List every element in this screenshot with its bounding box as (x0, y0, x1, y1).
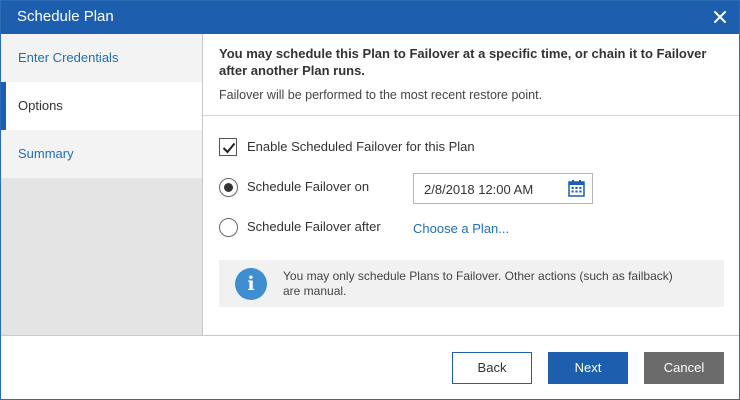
info-icon: i (235, 268, 267, 300)
failover-date-input[interactable]: 2/8/2018 12:00 AM (413, 173, 593, 204)
sidebar-item-label: Options (18, 98, 63, 113)
next-button[interactable]: Next (548, 352, 628, 384)
enable-scheduled-failover-label: Enable Scheduled Failover for this Plan (247, 139, 475, 154)
options-panel: You may schedule this Plan to Failover a… (203, 34, 739, 335)
schedule-failover-after-radio[interactable] (219, 218, 238, 237)
page-subline: Failover will be performed to the most r… (219, 88, 543, 102)
dialog-title: Schedule Plan (17, 8, 114, 25)
sidebar-item-summary[interactable]: Summary (1, 130, 202, 178)
checkmark-icon (222, 142, 236, 154)
enable-scheduled-failover-checkbox[interactable] (219, 138, 237, 156)
calendar-icon[interactable] (568, 180, 585, 197)
sidebar-item-label: Summary (18, 146, 74, 161)
close-icon[interactable] (711, 8, 729, 26)
info-message: i You may only schedule Plans to Failove… (219, 260, 724, 307)
title-bar: Schedule Plan (1, 1, 739, 34)
sidebar-item-options[interactable]: Options (1, 82, 203, 130)
page-headline: You may schedule this Plan to Failover a… (219, 46, 707, 78)
header-divider (203, 115, 739, 116)
wizard-sidebar: Enter Credentials Options Summary (1, 34, 203, 335)
schedule-failover-on-label: Schedule Failover on (247, 179, 370, 194)
cancel-button[interactable]: Cancel (644, 352, 724, 384)
sidebar-item-enter-credentials[interactable]: Enter Credentials (1, 34, 202, 82)
schedule-failover-after-label: Schedule Failover after (247, 219, 381, 234)
dialog-footer: Back Next Cancel (1, 335, 739, 399)
back-button[interactable]: Back (452, 352, 532, 384)
failover-date-value: 2/8/2018 12:00 AM (424, 182, 534, 197)
schedule-plan-dialog: Schedule Plan Enter Credentials Options … (0, 0, 740, 400)
choose-plan-link[interactable]: Choose a Plan... (413, 221, 509, 236)
schedule-failover-on-radio[interactable] (219, 178, 238, 197)
sidebar-item-label: Enter Credentials (18, 50, 119, 65)
info-text: You may only schedule Plans to Failover.… (283, 269, 673, 298)
